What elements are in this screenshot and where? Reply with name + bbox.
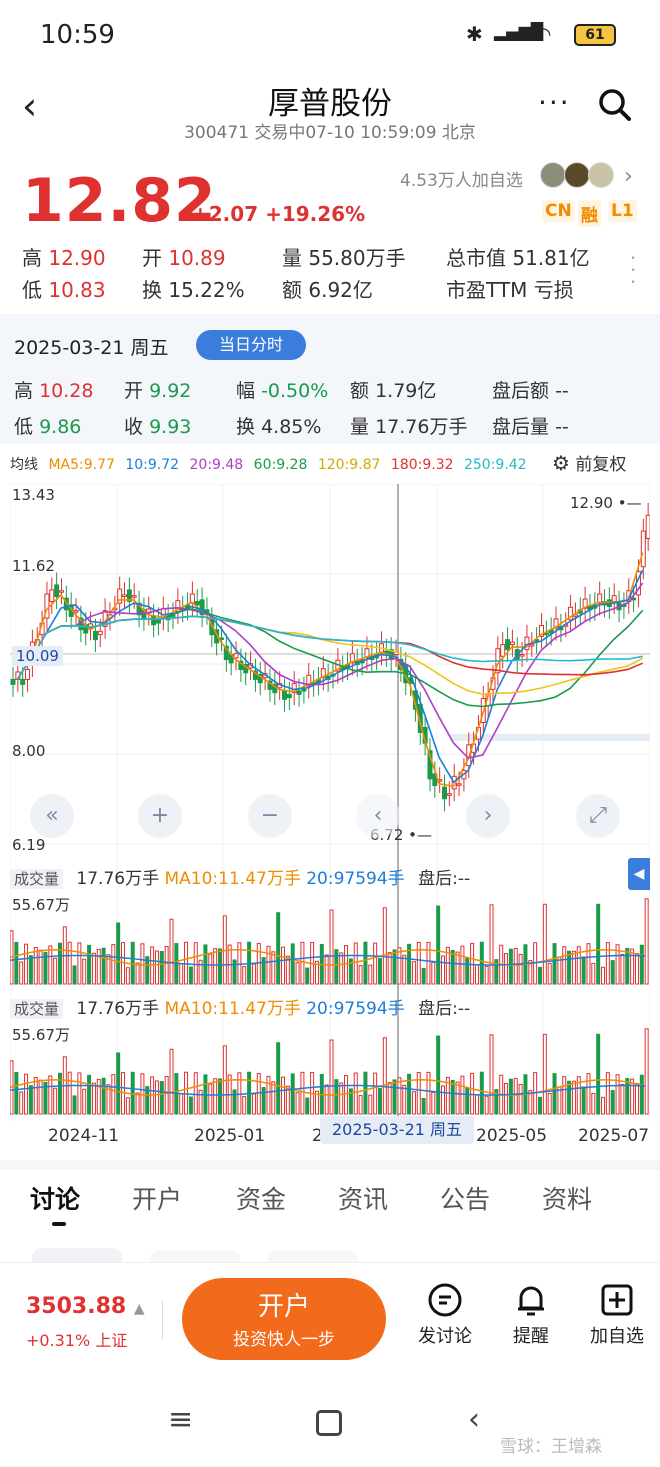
fullscreen-icon[interactable]: ⤢ <box>576 794 620 838</box>
tag-l1: L1 <box>608 200 637 222</box>
index-change: +0.31% 上证 <box>26 1331 128 1350</box>
crosshair-date: 2025-03-21 周五 <box>320 1116 474 1144</box>
panel-date: 2025-03-21 周五 <box>14 337 169 359</box>
quote-cap: 总市值 51.81亿 <box>446 246 590 270</box>
max-price-label: 12.90 •— <box>570 494 642 512</box>
next-icon[interactable]: › <box>466 794 510 838</box>
tab-indicator <box>52 1222 66 1226</box>
tab-announcements[interactable]: 公告 <box>440 1180 490 1216</box>
open-account-button[interactable]: 开户 投资快人一步 <box>182 1278 386 1360</box>
ma-legend: 均线 MA5:9.77 10:9.72 20:9.48 60:9.28 120:… <box>10 457 527 473</box>
kline-chart[interactable] <box>10 484 650 1124</box>
y-label-mid1: 11.62 <box>12 557 55 575</box>
y-label-crosshair: 10.09 <box>12 646 63 666</box>
watermark: 雪球：王增森 <box>500 1437 602 1457</box>
tab-profile[interactable]: 资料 <box>542 1180 592 1216</box>
tag-cn: CN <box>542 200 575 222</box>
remind-button[interactable]: 提醒 <box>496 1282 566 1348</box>
rewind-icon[interactable]: « <box>30 794 74 838</box>
price-change: +2.07 +19.26% <box>192 202 366 226</box>
panel-amount: 额 1.79亿 <box>350 380 437 402</box>
volume-header-2: 成交量 17.76万手 MA10:11.47万手 20:97594手 盘后:-- <box>10 994 470 1019</box>
x-label: 2024-11 <box>48 1126 120 1146</box>
zoom-out-icon[interactable]: − <box>248 794 292 838</box>
avatar <box>588 162 614 188</box>
battery-icon: 61 <box>574 24 616 46</box>
divider <box>0 1160 660 1170</box>
tab-news[interactable]: 资讯 <box>338 1180 388 1216</box>
quote-high: 高 12.90 <box>22 246 106 270</box>
panel-after-volume: 盘后量 -- <box>492 416 569 438</box>
menu-icon[interactable]: ≡ <box>168 1402 193 1437</box>
discuss-button[interactable]: 发讨论 <box>410 1282 480 1348</box>
tab-funds[interactable]: 资金 <box>236 1180 286 1216</box>
zoom-in-icon[interactable]: + <box>138 794 182 838</box>
status-time: 10:59 <box>40 20 115 50</box>
index-value: 3503.88 ▲ <box>26 1294 145 1319</box>
quote-amount: 额 6.92亿 <box>282 278 373 302</box>
panel-open: 开 9.92 <box>124 380 192 402</box>
divider <box>162 1300 163 1340</box>
panel-volume: 量 17.76万手 <box>350 416 468 438</box>
avatar <box>564 162 590 188</box>
tag-margin: 融 <box>578 200 601 227</box>
panel-close: 收 9.93 <box>124 416 192 438</box>
add-icon <box>582 1282 652 1322</box>
bell-icon <box>496 1282 566 1322</box>
expand-icon[interactable]: · · · <box>630 248 636 292</box>
x-label: 2025-05 <box>476 1126 548 1146</box>
bluetooth-icon: ✱ <box>466 22 483 46</box>
adjust-toggle[interactable]: ⚙ 前复权 <box>552 450 626 475</box>
settings-icon: ⚙ <box>552 451 570 475</box>
collapse-icon[interactable]: ◀ <box>628 858 650 890</box>
quote-volume: 量 55.80万手 <box>282 246 406 270</box>
up-arrow-icon: ▲ <box>133 1301 145 1317</box>
followers-count[interactable]: 4.53万人加自选 <box>400 166 523 191</box>
home-icon[interactable] <box>316 1410 342 1436</box>
y-label-bottom: 6.19 <box>12 836 46 854</box>
panel-turnover: 换 4.85% <box>236 416 322 438</box>
chevron-right-icon[interactable]: › <box>624 164 633 189</box>
y-label-top: 13.43 <box>12 486 55 504</box>
add-watchlist-button[interactable]: 加自选 <box>582 1282 652 1348</box>
y-label-mid2: 8.00 <box>12 742 46 760</box>
prev-icon[interactable]: ‹ <box>356 794 400 838</box>
avatar <box>540 162 566 188</box>
discuss-icon <box>410 1282 480 1322</box>
volume-max-2: 55.67万 <box>12 1026 70 1044</box>
quote-low: 低 10.83 <box>22 278 106 302</box>
panel-range: 幅 -0.50% <box>236 380 329 402</box>
search-icon[interactable] <box>598 88 632 122</box>
tab-discuss[interactable]: 讨论 <box>30 1180 80 1216</box>
tab-open-account[interactable]: 开户 <box>132 1180 182 1216</box>
stock-subtitle: 300471 交易中07-10 10:59:09 北京 <box>184 123 476 143</box>
panel-high: 高 10.28 <box>14 380 94 402</box>
quote-pe: 市盈TTM 亏损 <box>446 278 574 302</box>
panel-after-amount: 盘后额 -- <box>492 380 569 402</box>
intraday-button[interactable]: 当日分时 <box>196 330 306 360</box>
volume-max-1: 55.67万 <box>12 896 70 914</box>
more-icon[interactable]: ··· <box>538 86 571 119</box>
wifi-icon: ◠ <box>534 22 552 46</box>
x-label: 2025-07 <box>578 1126 650 1146</box>
panel-low: 低 9.86 <box>14 416 82 438</box>
quote-turnover: 换 15.22% <box>142 278 245 302</box>
volume-header-1: 成交量 17.76万手 MA10:11.47万手 20:97594手 盘后:-- <box>10 864 470 889</box>
last-price: 12.82 <box>22 166 217 236</box>
quote-open: 开 10.89 <box>142 246 226 270</box>
x-label: 2025-01 <box>194 1126 266 1146</box>
back-nav-icon[interactable]: ‹ <box>468 1402 480 1437</box>
